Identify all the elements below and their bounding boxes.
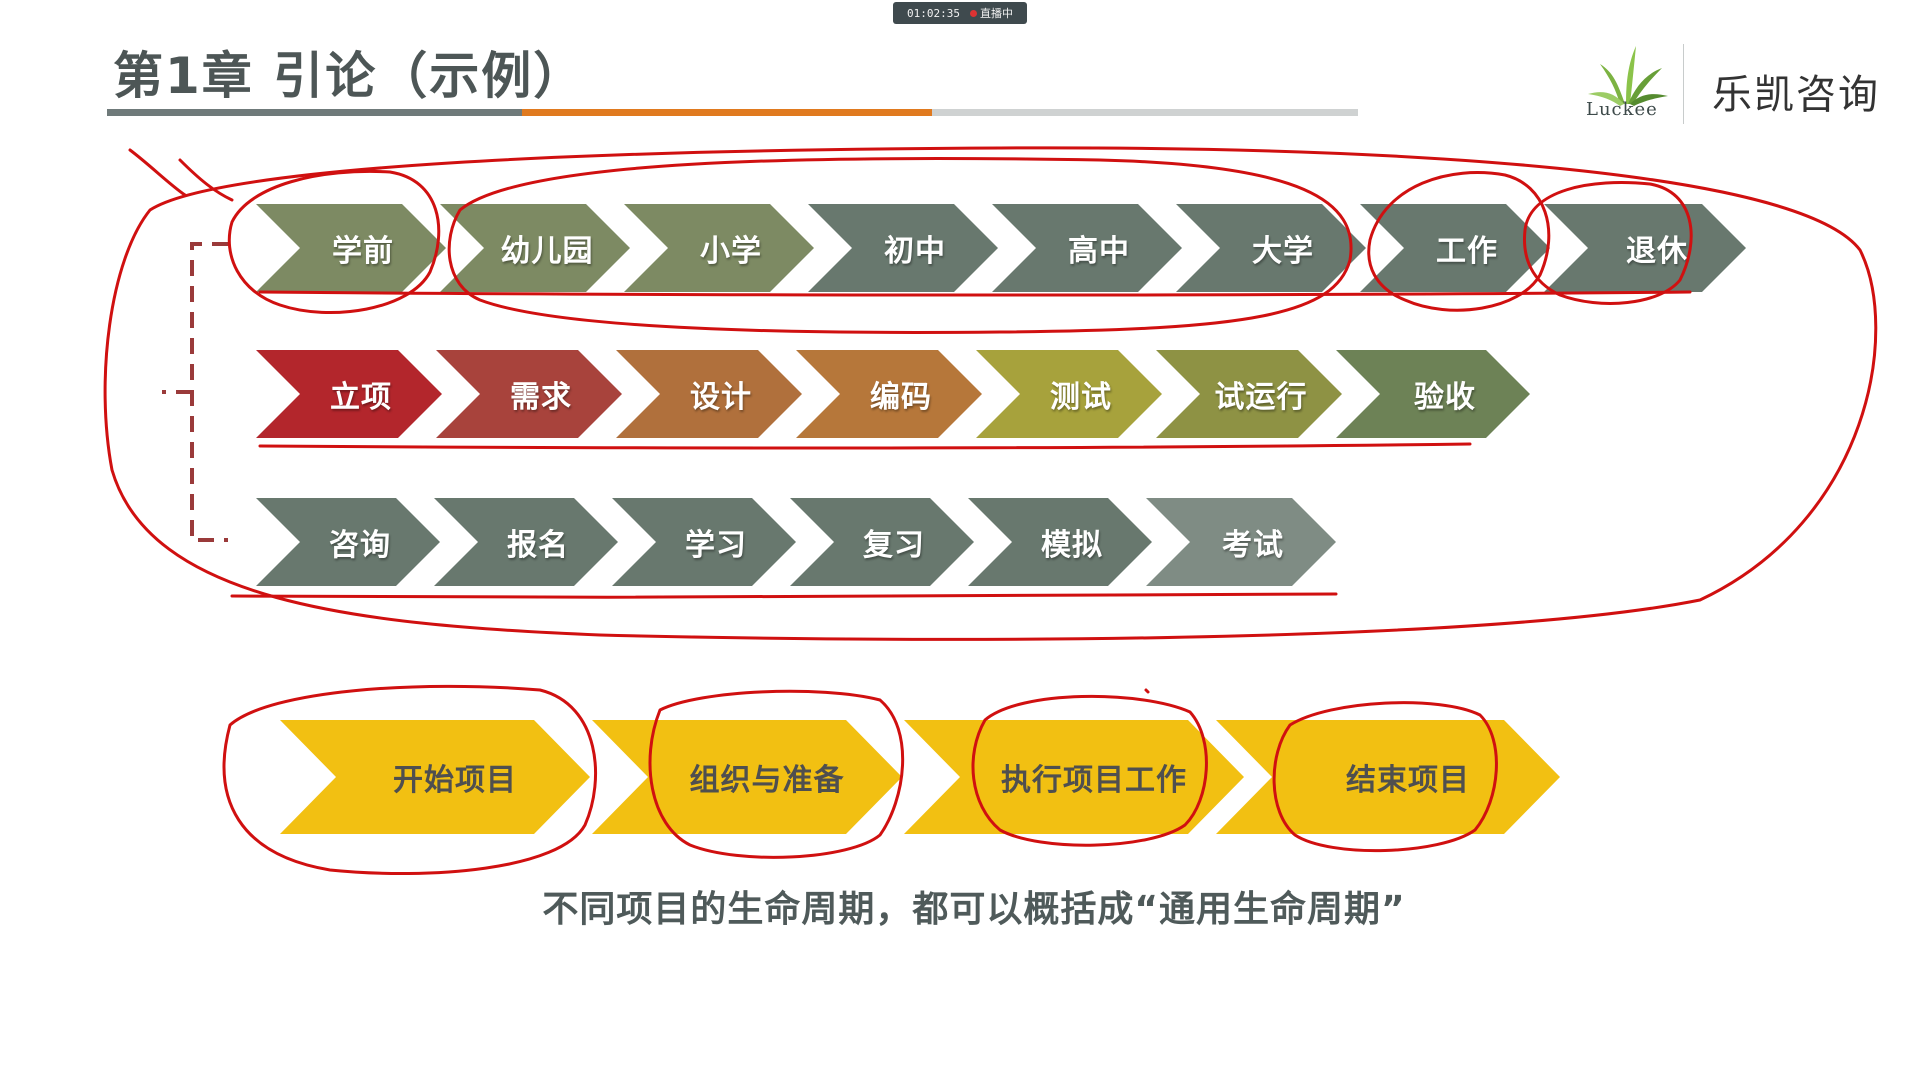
annotation-circle-school <box>447 156 1353 334</box>
annotation-layer <box>103 146 1878 876</box>
annotation-circle-execute <box>971 694 1208 847</box>
annotation-dot <box>1144 688 1150 694</box>
annotation-circle-work <box>1367 171 1551 312</box>
annotation-circle-close <box>1272 701 1498 853</box>
annotation-circle-start <box>222 684 597 876</box>
annotation-underline-row2 <box>258 442 1472 450</box>
annotation-scribble <box>128 148 234 202</box>
annotation-underline-row3 <box>230 592 1338 599</box>
annotation-underline-row1 <box>258 290 1692 297</box>
annotation-circle-organize <box>648 689 905 859</box>
annotation-big-ellipse <box>103 146 1878 641</box>
